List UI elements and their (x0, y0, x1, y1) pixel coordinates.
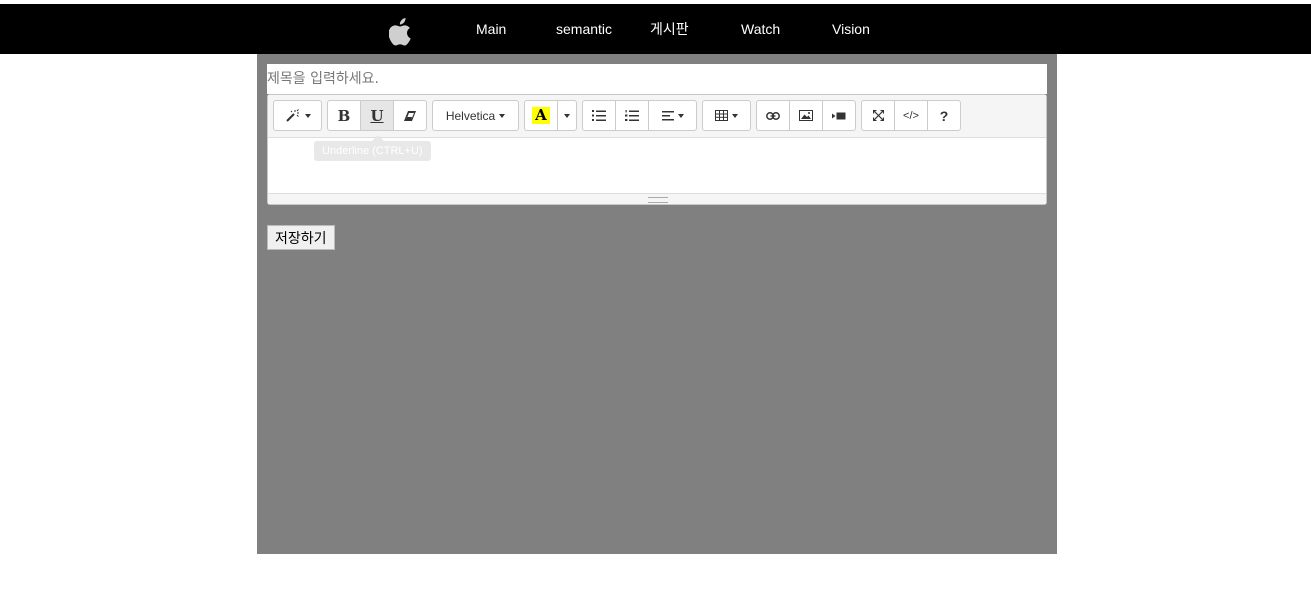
nav-item-semantic[interactable]: semantic (556, 4, 612, 54)
title-input[interactable] (267, 64, 1047, 94)
chevron-down-icon (499, 113, 506, 118)
apple-logo-icon[interactable] (389, 18, 413, 46)
nav-inner: Main semantic 게시판 Watch Vision (0, 4, 1311, 54)
code-view-button[interactable]: </> (894, 100, 928, 131)
top-navigation-bar: Main semantic 게시판 Watch Vision (0, 4, 1311, 54)
nav-item-watch[interactable]: Watch (741, 4, 780, 54)
text-color-icon: A (532, 107, 550, 124)
editor-resize-handle[interactable] (268, 193, 1046, 204)
chevron-down-icon (732, 113, 738, 118)
color-dropdown-button[interactable] (557, 100, 577, 131)
chevron-down-icon (564, 113, 570, 118)
resize-grip-icon (648, 197, 668, 203)
fullscreen-icon (872, 110, 884, 121)
unordered-list-button[interactable] (582, 100, 616, 131)
font-family-label: Helvetica (445, 108, 496, 123)
numbered-list-icon (625, 110, 639, 121)
link-icon (766, 111, 780, 120)
ordered-list-button[interactable] (615, 100, 649, 131)
table-icon (715, 110, 728, 121)
paragraph-align-dropdown[interactable] (648, 100, 697, 131)
nav-item-vision[interactable]: Vision (832, 4, 870, 54)
insert-link-button[interactable] (756, 100, 790, 131)
fullscreen-button[interactable] (861, 100, 895, 131)
align-left-icon (661, 110, 674, 121)
chevron-down-icon (677, 113, 684, 118)
recent-color-button[interactable]: A (524, 100, 558, 131)
help-button[interactable]: ? (927, 100, 961, 131)
picture-icon (799, 110, 813, 121)
magic-wand-icon (285, 108, 301, 123)
save-button[interactable]: 저장하기 (267, 225, 335, 250)
video-icon (832, 112, 846, 120)
eraser-icon (404, 110, 416, 121)
bold-button[interactable]: B (327, 100, 361, 131)
main-content: B U Helvetica A (257, 54, 1057, 554)
style-dropdown-button[interactable] (273, 100, 322, 131)
table-dropdown-button[interactable] (702, 100, 751, 131)
nav-item-board[interactable]: 게시판 (650, 4, 689, 54)
insert-video-button[interactable] (822, 100, 856, 131)
bullet-list-icon (592, 110, 606, 121)
insert-picture-button[interactable] (789, 100, 823, 131)
nav-item-main[interactable]: Main (476, 4, 506, 54)
clear-format-button[interactable] (393, 100, 427, 131)
font-family-dropdown[interactable]: Helvetica (432, 100, 519, 131)
editor-toolbar: B U Helvetica A </> ? (268, 95, 1046, 138)
underline-button[interactable]: U (360, 100, 394, 131)
underline-tooltip: Underline (CTRL+U) (314, 141, 431, 161)
chevron-down-icon (304, 113, 311, 118)
rich-text-editor: B U Helvetica A </> ? Underline (CTRL+U) (267, 94, 1047, 205)
